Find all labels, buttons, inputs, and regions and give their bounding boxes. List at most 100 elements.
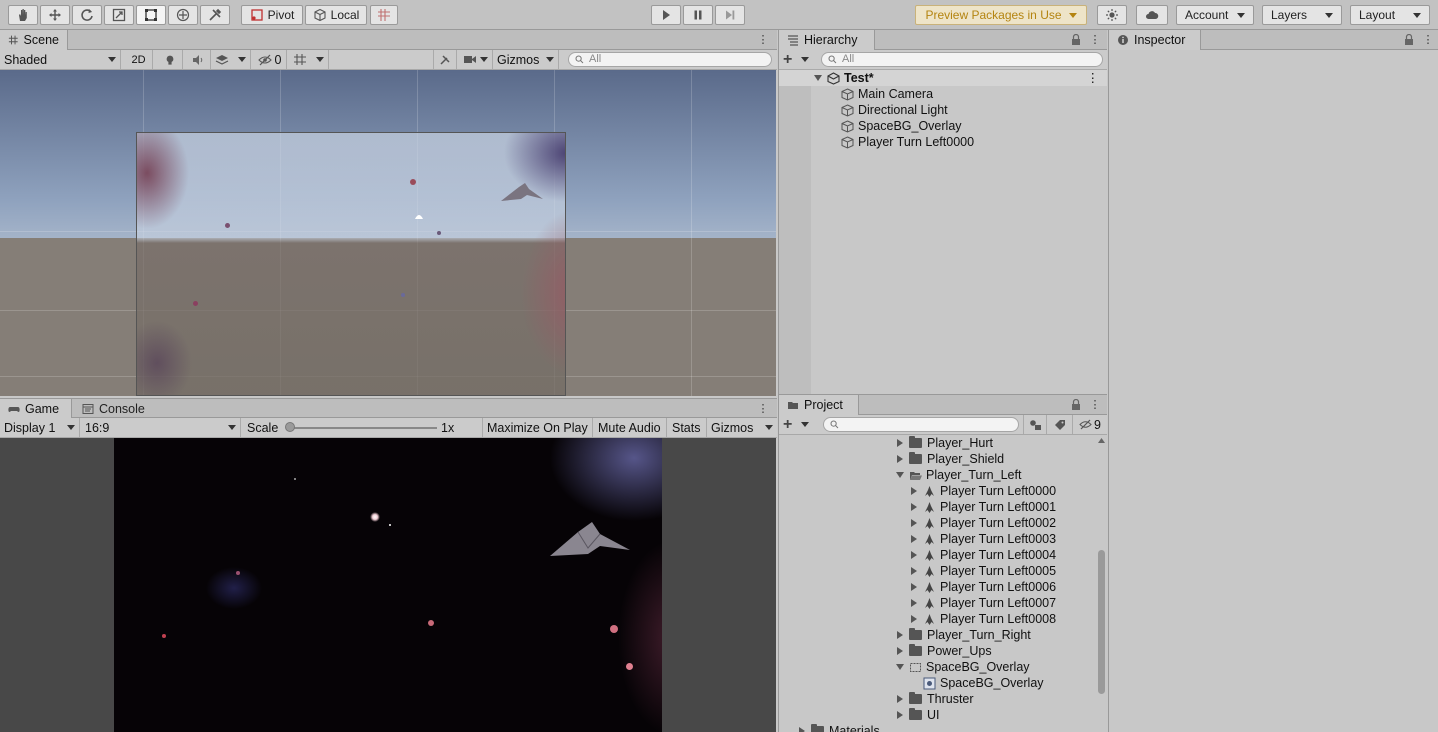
lock-icon[interactable] [1071,399,1081,410]
rotate-tool-button[interactable] [72,5,102,25]
foldout-arrow[interactable] [797,726,807,732]
tools-toggle-button[interactable] [433,50,457,69]
game-gizmos-dropdown[interactable]: Gizmos [707,418,777,437]
move-tool-button[interactable] [40,5,70,25]
camera-dropdown[interactable] [459,50,493,69]
foldout-arrow[interactable] [895,454,905,464]
tab-hierarchy[interactable]: Hierarchy [779,30,875,50]
tab-game[interactable]: Game [0,399,72,419]
aspect-dropdown[interactable]: 16:9 [81,418,241,437]
project-item[interactable]: UI [895,707,940,723]
mute-audio-toggle[interactable]: Mute Audio [594,418,667,437]
foldout-arrow[interactable] [909,582,919,592]
foldout-arrow[interactable] [895,662,905,672]
foldout-arrow[interactable] [895,694,905,704]
scene-search-input[interactable]: All [568,52,772,67]
grid-dropdown[interactable] [289,50,329,69]
search-by-type-button[interactable] [1023,415,1047,434]
project-item[interactable]: Player Turn Left0000 [909,483,1056,499]
audio-toggle-button[interactable] [185,50,211,69]
scale-slider-track[interactable] [287,427,437,429]
foldout-arrow[interactable] [895,630,905,640]
project-item[interactable]: Power_Ups [895,643,992,659]
project-item[interactable]: Player Turn Left0004 [909,547,1056,563]
project-scrollbar[interactable] [1096,435,1107,732]
hierarchy-item[interactable]: Main Camera [841,86,933,102]
scale-slider[interactable]: Scale 1x [243,418,483,437]
foldout-arrow[interactable] [909,614,919,624]
foldout-arrow[interactable] [909,566,919,576]
create-dropdown[interactable]: + [779,50,813,69]
scale-tool-button[interactable] [104,5,134,25]
project-item[interactable]: Player Turn Left0006 [909,579,1056,595]
create-asset-dropdown[interactable]: + [779,415,813,434]
lock-icon[interactable] [1404,34,1414,45]
foldout-arrow[interactable] [813,73,823,83]
foldout-arrow[interactable] [895,438,905,448]
hierarchy-item[interactable]: Directional Light [841,102,948,118]
effects-dropdown[interactable] [211,50,251,69]
tab-console[interactable]: Console [74,399,154,419]
hidden-packages-toggle[interactable]: 9 [1073,415,1107,434]
local-toggle-button[interactable]: Local [305,5,367,25]
project-item[interactable]: Player_Hurt [895,435,993,451]
project-item[interactable]: SpaceBG_Overlay [923,675,1044,691]
hidden-objects-toggle[interactable]: 0 [253,50,287,69]
step-button[interactable] [715,5,745,25]
kebab-menu-icon[interactable]: ⋮ [1087,70,1100,86]
project-item[interactable]: Player Turn Left0008 [909,611,1056,627]
tab-inspector[interactable]: Inspector [1109,30,1201,50]
kebab-menu-icon[interactable]: ⋮ [1089,33,1101,47]
foldout-arrow[interactable] [909,550,919,560]
space-background-sprite[interactable] [136,132,566,396]
lighting-toggle-button[interactable] [157,50,183,69]
project-item[interactable]: Player Turn Left0002 [909,515,1056,531]
cloud-button[interactable] [1136,5,1168,25]
project-item[interactable]: SpaceBG_Overlay [895,659,1030,675]
scrollbar-thumb[interactable] [1098,550,1105,694]
hierarchy-item[interactable]: Player Turn Left0000 [841,134,974,150]
foldout-arrow[interactable] [909,518,919,528]
account-dropdown[interactable]: Account [1176,5,1254,25]
foldout-arrow[interactable] [909,502,919,512]
collab-button[interactable] [1097,5,1127,25]
project-item[interactable]: Player Turn Left0001 [909,499,1056,515]
custom-tool-button[interactable] [200,5,230,25]
shading-mode-dropdown[interactable]: Shaded [0,50,121,69]
foldout-arrow[interactable] [895,646,905,656]
kebab-menu-icon[interactable]: ⋮ [1089,398,1101,412]
foldout-arrow[interactable] [909,598,919,608]
kebab-menu-icon[interactable]: ⋮ [757,33,769,47]
display-dropdown[interactable]: Display 1 [0,418,80,437]
foldout-arrow[interactable] [895,710,905,720]
preview-packages-dropdown[interactable]: Preview Packages in Use [915,5,1087,25]
hierarchy-search-input[interactable]: All [821,52,1103,67]
snap-grid-button[interactable] [370,5,398,25]
lock-icon[interactable] [1071,34,1081,45]
project-item[interactable]: Materials [797,723,880,732]
transform-tool-button[interactable] [168,5,198,25]
layout-dropdown[interactable]: Layout [1350,5,1430,25]
foldout-arrow[interactable] [909,534,919,544]
stats-toggle[interactable]: Stats [668,418,707,437]
tab-scene[interactable]: Scene [0,30,68,50]
kebab-menu-icon[interactable]: ⋮ [757,402,769,416]
project-item[interactable]: Player Turn Left0003 [909,531,1056,547]
scene-viewport[interactable] [0,70,776,396]
gizmos-dropdown[interactable]: Gizmos [493,50,559,69]
search-by-label-button[interactable] [1047,415,1073,434]
rect-tool-button[interactable] [136,5,166,25]
kebab-menu-icon[interactable]: ⋮ [1422,33,1434,47]
layers-dropdown[interactable]: Layers [1262,5,1342,25]
project-item[interactable]: Player Turn Left0005 [909,563,1056,579]
play-button[interactable] [651,5,681,25]
hand-tool-button[interactable] [8,5,38,25]
scroll-up-icon[interactable] [1098,438,1105,443]
hierarchy-item[interactable]: SpaceBG_Overlay [841,118,962,134]
tab-project[interactable]: Project [779,395,859,415]
project-search-input[interactable] [823,417,1019,432]
game-viewport[interactable] [0,438,776,732]
project-item[interactable]: Player Turn Left0007 [909,595,1056,611]
foldout-arrow[interactable] [909,486,919,496]
pivot-toggle-button[interactable]: Pivot [241,5,303,25]
